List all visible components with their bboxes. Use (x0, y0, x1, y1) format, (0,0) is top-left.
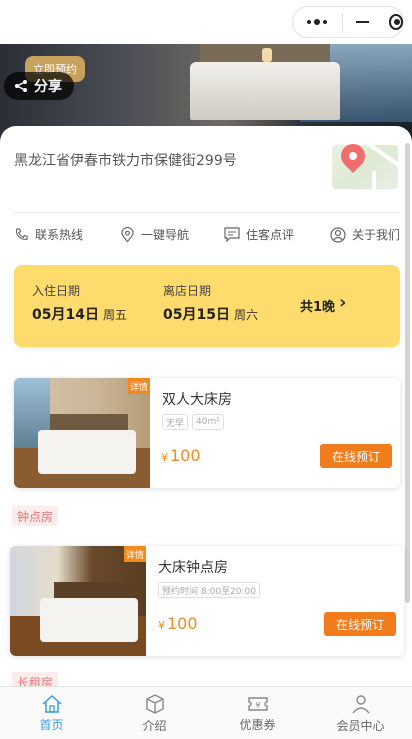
home-icon (42, 694, 61, 713)
checkin-label: 入住日期 (32, 284, 81, 298)
target-icon[interactable] (388, 14, 403, 30)
cube-icon (145, 693, 164, 714)
tab-home[interactable]: 首页 (0, 687, 103, 739)
price-value: 100 (167, 614, 198, 633)
quick-action-navigation[interactable]: 一键导航 (120, 226, 189, 243)
quick-action-label: 一键导航 (141, 228, 190, 242)
svg-text:¥: ¥ (255, 701, 260, 710)
divider (14, 212, 400, 213)
chevron-right-icon[interactable]: › (339, 294, 346, 312)
tab-label: 介绍 (142, 718, 167, 733)
room-photo[interactable]: 详情 (14, 378, 150, 488)
location-pin-icon (121, 226, 134, 242)
scrollbar[interactable] (405, 143, 410, 603)
banner-lamp (262, 48, 272, 62)
member-icon (351, 694, 370, 713)
quick-actions-bar: 联系热线 一键导航 住客点评 关于我们 (0, 222, 412, 252)
mini-program-capsule (292, 6, 404, 38)
tab-label: 会员中心 (336, 718, 385, 733)
checkout-date[interactable]: 05月15日 (163, 304, 230, 324)
room-tag: 40m² (192, 414, 224, 430)
quick-action-label: 住客点评 (246, 228, 295, 242)
nights-count: 共1晚 (300, 300, 336, 315)
tab-coupons[interactable]: ¥ 优惠券 (206, 687, 309, 739)
book-online-button[interactable]: 在线预订 (324, 612, 396, 636)
bottom-tabbar: 首页 介绍 ¥ 优惠券 会员中心 (0, 686, 412, 739)
room-photo[interactable]: 详情 (10, 546, 146, 656)
checkout-weekday: 周六 (234, 308, 259, 322)
quick-action-about[interactable]: 关于我们 (330, 226, 400, 243)
banner-bed (190, 62, 340, 120)
room-name: 大床钟点房 (158, 560, 228, 576)
quick-action-hotline[interactable]: 联系热线 (14, 226, 83, 243)
room-price: ¥100 (158, 614, 198, 633)
book-online-button[interactable]: 在线预订 (320, 444, 392, 468)
room-tag: 预约时间 8:00至20:00 (158, 582, 261, 598)
currency-symbol: ¥ (158, 619, 165, 632)
share-button[interactable]: 分享 (4, 72, 74, 100)
room-price: ¥100 (161, 446, 201, 465)
room-tag: 无早 (162, 414, 189, 430)
user-icon (330, 226, 346, 243)
room-name: 双人大床房 (162, 392, 232, 408)
section-hourly: 钟点房 (12, 506, 59, 526)
currency-symbol: ¥ (161, 451, 168, 464)
tab-label: 首页 (39, 717, 64, 732)
room-card[interactable]: 详情 双人大床房 无早 40m² ¥100 在线预订 (14, 378, 400, 488)
tab-label: 优惠券 (239, 717, 276, 732)
detail-tag[interactable]: 详情 (128, 378, 150, 394)
capsule-divider (341, 13, 343, 31)
phone-icon (15, 228, 28, 240)
minimize-icon[interactable] (356, 21, 369, 23)
tab-intro[interactable]: 介绍 (103, 687, 206, 739)
hotel-address: 黑龙江省伊春市铁力市保健街299号 (14, 153, 237, 169)
checkin-date[interactable]: 05月14日 (32, 304, 99, 324)
checkin-weekday: 周五 (103, 308, 128, 322)
checkout-label: 离店日期 (163, 284, 212, 298)
detail-tag[interactable]: 详情 (124, 546, 146, 562)
quick-action-label: 联系热线 (35, 228, 84, 242)
date-selector-card[interactable]: 入住日期 05月14日 周五 离店日期 05月15日 周六 共1晚 › (14, 265, 400, 347)
share-icon (15, 80, 27, 92)
tab-member-center[interactable]: 会员中心 (309, 687, 412, 739)
more-dots-icon[interactable] (293, 19, 342, 25)
price-value: 100 (170, 446, 201, 465)
coupon-icon: ¥ (247, 696, 268, 711)
comment-icon (224, 227, 240, 242)
mini-program-topbar (0, 0, 412, 44)
hotel-home-page: 立即预约 分享 黑龙江省伊春市铁力市保健街299号 联系热线 一键导航 住客点评… (0, 0, 412, 739)
share-label: 分享 (34, 79, 62, 95)
quick-action-label: 关于我们 (352, 228, 401, 242)
quick-action-reviews[interactable]: 住客点评 (224, 226, 294, 243)
room-card[interactable]: 详情 大床钟点房 预约时间 8:00至20:00 ¥100 在线预订 (10, 546, 404, 656)
